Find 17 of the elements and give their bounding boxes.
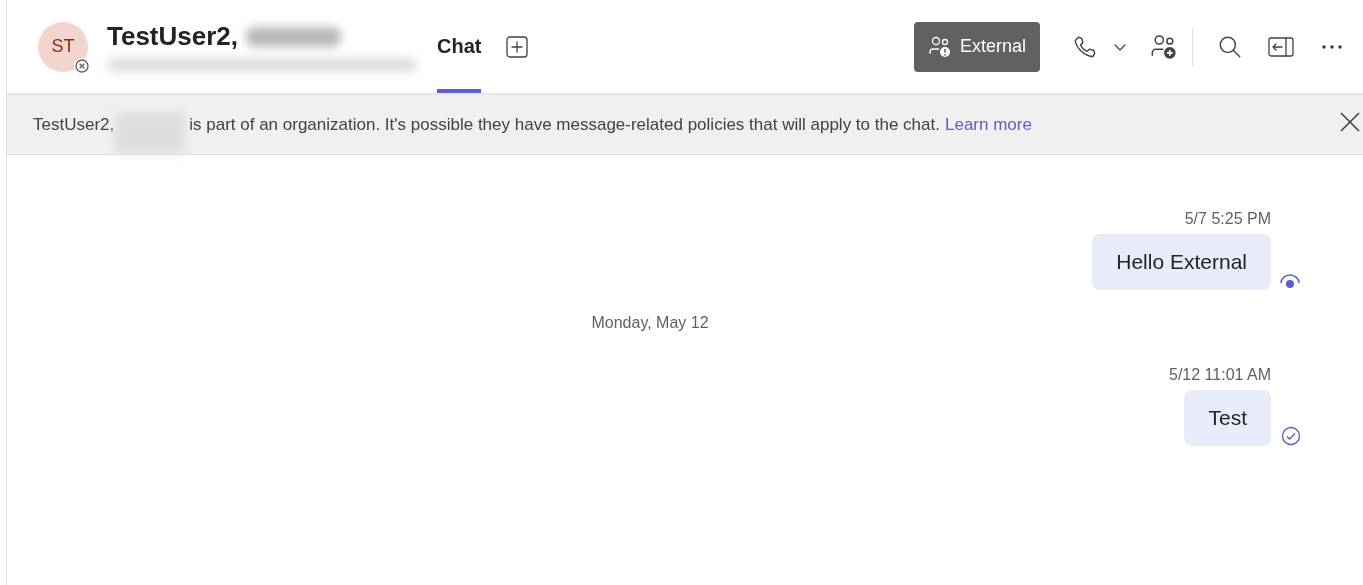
chat-title: TestUser2, [107,21,239,52]
message-time: 5/12 11:01 AM [1169,366,1271,384]
side-panel-button[interactable] [1267,34,1295,59]
more-options-button[interactable] [1321,43,1343,50]
message-bubble: Hello External [1092,234,1271,290]
avatar-initials: ST [51,36,75,57]
message-bubble: Test [1184,390,1271,446]
add-tab-button[interactable] [505,34,530,59]
external-button[interactable]: External [913,21,1040,72]
add-people-button[interactable] [1150,32,1178,61]
banner-text: is part of an organization. It's possible they have message-related policies that will apply to the chat. [189,114,940,135]
people-alert-icon [927,34,952,59]
banner-text: TestUser2, [33,114,115,135]
message-time: 5/7 5:25 PM [1184,210,1271,228]
learn-more-link[interactable]: Learn more [944,114,1032,135]
date-divider: Monday, May 12 [591,314,709,332]
blocked-status-icon [74,57,90,74]
